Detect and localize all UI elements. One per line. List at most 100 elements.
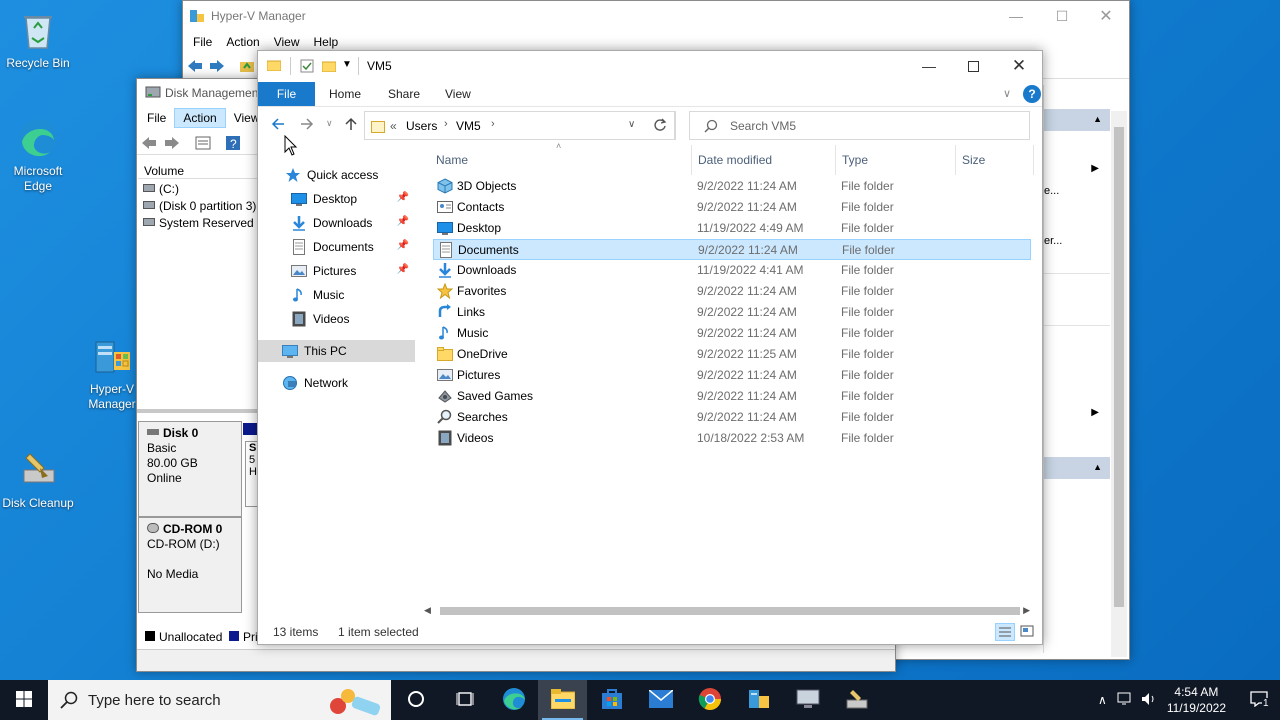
refresh-button[interactable] (645, 111, 676, 140)
address-bar[interactable]: « Users › VM5 › ∨ (364, 111, 675, 140)
back-arrow-icon[interactable] (187, 59, 203, 76)
scroll-left-icon[interactable]: ◀ (424, 605, 431, 616)
column-header-name[interactable]: Name (430, 145, 692, 175)
file-row[interactable]: Contacts 9/2/2022 11:24 AM File folder (433, 197, 1031, 218)
file-row[interactable]: Downloads 11/19/2022 4:41 AM File folder (433, 260, 1031, 281)
start-button[interactable] (0, 680, 48, 720)
taskbar-clock[interactable]: 4:54 AM 11/19/2022 (1167, 684, 1226, 716)
task-view-button[interactable] (440, 680, 489, 720)
nav-item-downloads[interactable]: Downloads 📌 (258, 212, 415, 234)
pin-icon[interactable]: 📌 (397, 240, 409, 251)
submenu-arrow-icon[interactable]: ▶ (1091, 407, 1099, 418)
desktop-icon-disk-cleanup[interactable]: Disk Cleanup (0, 448, 76, 511)
scrollbar-thumb[interactable] (1114, 127, 1124, 607)
tab-home[interactable]: Home (315, 82, 375, 106)
breadcrumb-vm5[interactable]: VM5 (456, 119, 481, 133)
explorer-minimize-button[interactable]: — (906, 51, 952, 81)
details-view-button[interactable] (995, 623, 1015, 641)
column-header-type[interactable]: Type (836, 145, 956, 175)
expand-ribbon-icon[interactable]: ∨ (1003, 87, 1011, 100)
volume-icon[interactable] (1141, 692, 1157, 709)
file-row[interactable]: Videos 10/18/2022 2:53 AM File folder (433, 428, 1031, 449)
help-icon[interactable]: ? (1023, 85, 1041, 103)
forward-arrow-icon[interactable] (164, 136, 180, 153)
quick-access-toolbar-dropdown-icon[interactable]: ▼ (342, 59, 352, 70)
file-row[interactable]: 3D Objects 9/2/2022 11:24 AM File folder (433, 176, 1031, 197)
nav-item-quick-access[interactable]: Quick access (258, 164, 415, 186)
nav-item-pictures[interactable]: Pictures 📌 (258, 260, 415, 282)
scroll-right-icon[interactable]: ▶ (1023, 605, 1030, 616)
volume-row[interactable]: System Reserved (141, 215, 259, 232)
taskbar-file-explorer[interactable] (538, 680, 587, 720)
pin-icon[interactable]: 📌 (397, 216, 409, 227)
column-header-date-modified[interactable]: Date modified (692, 145, 836, 175)
hyperv-menu-file[interactable]: File (193, 31, 220, 53)
recent-locations-icon[interactable]: ∨ (326, 118, 333, 129)
actions-item[interactable]: e... (1044, 185, 1059, 197)
collapse-icon[interactable]: ▲ (1093, 462, 1102, 472)
hyperv-maximize-button[interactable]: ☐ (1039, 1, 1085, 31)
file-row[interactable]: Documents 9/2/2022 11:24 AM File folder (433, 239, 1031, 260)
actions-item[interactable]: er... (1044, 235, 1062, 247)
disk0-label[interactable]: Disk 0 Basic 80.00 GB Online (138, 421, 242, 517)
nav-item-desktop[interactable]: Desktop 📌 (258, 188, 415, 210)
file-row[interactable]: Pictures 9/2/2022 11:24 AM File folder (433, 365, 1031, 386)
up-arrow-icon[interactable] (343, 116, 359, 135)
pin-icon[interactable]: 📌 (397, 192, 409, 203)
desktop-icon-recycle-bin[interactable]: Recycle Bin (0, 8, 76, 71)
cdrom0-label[interactable]: CD-ROM 0 CD-ROM (D:) No Media (138, 517, 242, 613)
taskbar-search-box[interactable]: Type here to search (48, 680, 391, 720)
file-row[interactable]: Favorites 9/2/2022 11:24 AM File folder (433, 281, 1031, 302)
breadcrumb-overflow[interactable]: « (390, 119, 397, 133)
file-row[interactable]: Music 9/2/2022 11:24 AM File folder (433, 323, 1031, 344)
submenu-arrow-icon[interactable]: ▶ (1091, 163, 1099, 174)
breadcrumb-separator-icon[interactable]: › (444, 118, 448, 130)
tab-view[interactable]: View (431, 82, 485, 106)
diskmgmt-menu-action[interactable]: Action (174, 108, 226, 128)
nav-item-music[interactable]: Music (258, 284, 415, 306)
desktop-icon-edge[interactable]: Microsoft Edge (0, 116, 76, 194)
explorer-maximize-button[interactable] (950, 51, 996, 81)
file-row[interactable]: Saved Games 9/2/2022 11:24 AM File folder (433, 386, 1031, 407)
diskmgmt-menu-file[interactable]: File (139, 109, 174, 127)
scrollbar-thumb[interactable] (440, 607, 1020, 615)
network-status-icon[interactable] (1117, 692, 1133, 709)
tab-share[interactable]: Share (374, 82, 434, 106)
up-folder-icon[interactable] (239, 59, 255, 76)
large-icons-view-button[interactable] (1019, 623, 1037, 641)
tab-file[interactable]: File (258, 82, 315, 106)
task-view-cortana-button[interactable] (391, 680, 440, 720)
taskbar-disk-cleanup[interactable] (832, 680, 881, 720)
address-dropdown-icon[interactable]: ∨ (628, 119, 635, 130)
hyperv-close-button[interactable]: ✕ (1083, 1, 1129, 31)
nav-item-network[interactable]: Network (258, 372, 415, 394)
file-row[interactable]: Desktop 11/19/2022 4:49 AM File folder (433, 218, 1031, 239)
show-hidden-icons-icon[interactable]: ∧ (1098, 693, 1107, 707)
breadcrumb-separator-icon[interactable]: › (491, 118, 495, 130)
taskbar-hyperv-manager[interactable] (734, 680, 783, 720)
hyperv-minimize-button[interactable]: — (993, 1, 1039, 31)
properties-icon[interactable] (195, 136, 211, 153)
help-icon[interactable]: ? (225, 135, 241, 154)
column-header-size[interactable]: Size (956, 145, 1034, 175)
nav-item-videos[interactable]: Videos (258, 308, 415, 330)
horizontal-scrollbar[interactable]: ◀ ▶ (424, 603, 1030, 619)
volume-row[interactable]: (C:) (141, 181, 259, 198)
search-box[interactable]: Search VM5 (689, 111, 1030, 140)
forward-arrow-icon[interactable] (209, 59, 225, 76)
breadcrumb-users[interactable]: Users (406, 119, 437, 133)
volume-column-header[interactable]: Volume (138, 163, 258, 179)
action-center-button[interactable]: 1 (1240, 680, 1280, 720)
hyperv-scrollbar[interactable] (1111, 111, 1127, 657)
file-row[interactable]: Links 9/2/2022 11:24 AM File folder (433, 302, 1031, 323)
taskbar-store[interactable] (587, 680, 636, 720)
taskbar-mail[interactable] (636, 680, 685, 720)
pin-icon[interactable]: 📌 (397, 264, 409, 275)
nav-item-documents[interactable]: Documents 📌 (258, 236, 415, 258)
collapse-icon[interactable]: ▲ (1093, 114, 1102, 124)
taskbar-disk-management[interactable] (783, 680, 832, 720)
file-row[interactable]: Searches 9/2/2022 11:24 AM File folder (433, 407, 1031, 428)
explorer-close-button[interactable]: ✕ (996, 51, 1042, 81)
back-arrow-icon[interactable] (141, 136, 157, 153)
forward-arrow-icon[interactable] (299, 116, 315, 135)
